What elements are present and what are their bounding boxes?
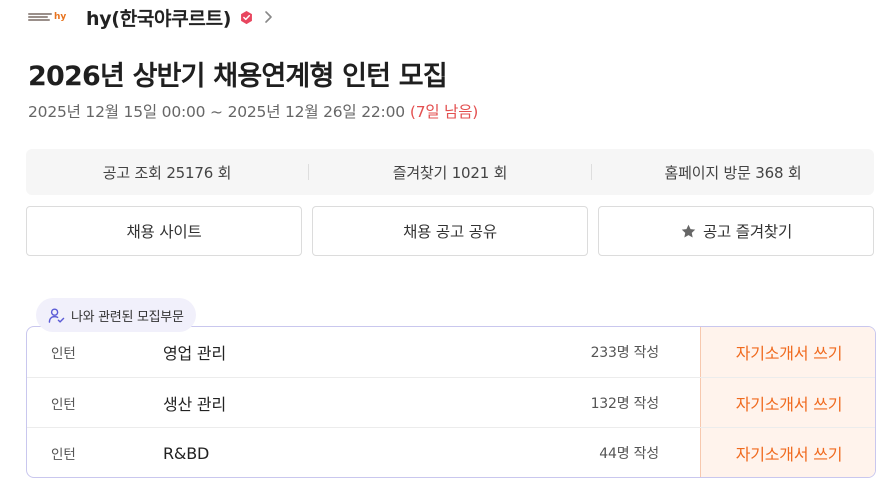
position-row: 인턴 영업 관리 233명 작성 자기소개서 쓰기 (27, 327, 875, 377)
write-cover-letter-button[interactable]: 자기소개서 쓰기 (700, 378, 875, 428)
recruit-site-label: 채용 사이트 (126, 223, 202, 241)
positions-table: 인턴 영업 관리 233명 작성 자기소개서 쓰기 인턴 생산 관리 132명 … (26, 326, 876, 478)
stat-homepage-visits: 홈페이지 방문 368 회 (664, 163, 802, 182)
recruit-site-button[interactable]: 채용 사이트 (26, 206, 302, 256)
related-positions-label: 나와 관련된 모집부문 (71, 309, 184, 325)
position-type: 인턴 (51, 397, 76, 413)
company-logo: hy (28, 10, 70, 24)
share-posting-button[interactable]: 채용 공고 공유 (312, 206, 588, 256)
position-type: 인턴 (51, 447, 76, 463)
application-count: 132명 작성 (590, 396, 660, 412)
position-name: R&BD (163, 443, 210, 463)
write-cover-letter-button[interactable]: 자기소개서 쓰기 (700, 327, 875, 377)
position-row: 인턴 R&BD 44명 작성 자기소개서 쓰기 (27, 427, 875, 477)
remaining-days: (7일 남음) (409, 103, 479, 121)
position-name: 생산 관리 (163, 395, 226, 414)
person-check-icon (48, 307, 65, 323)
position-name: 영업 관리 (163, 344, 226, 363)
position-row: 인턴 생산 관리 132명 작성 자기소개서 쓰기 (27, 377, 875, 428)
favorite-posting-label: 공고 즐겨찾기 (702, 223, 793, 241)
favorite-posting-button[interactable]: 공고 즐겨찾기 (598, 206, 874, 256)
write-cover-letter-button[interactable]: 자기소개서 쓰기 (700, 428, 875, 477)
verified-badge-icon (241, 10, 253, 24)
stat-favorites: 즐겨찾기 1021 회 (392, 163, 508, 182)
star-icon (681, 224, 696, 238)
posting-period: 2025년 12월 15일 00:00 ~ 2025년 12월 26일 22:0… (28, 100, 478, 122)
stat-views: 공고 조회 25176 회 (102, 163, 232, 182)
company-header[interactable]: hy hy(한국야쿠르트) (28, 4, 273, 30)
period-dates: 2025년 12월 15일 00:00 ~ 2025년 12월 26일 22:0… (28, 103, 405, 121)
company-name[interactable]: hy(한국야쿠르트) (86, 4, 231, 31)
posting-title: 2026년 상반기 채용연계형 인턴 모집 (28, 61, 448, 92)
related-positions-chip: 나와 관련된 모집부문 (36, 298, 196, 332)
chevron-right-icon[interactable] (264, 10, 273, 24)
stats-bar: 공고 조회 25176 회 즐겨찾기 1021 회 홈페이지 방문 368 회 (26, 149, 874, 195)
application-count: 44명 작성 (599, 446, 659, 462)
share-posting-label: 채용 공고 공유 (403, 223, 497, 241)
position-type: 인턴 (51, 346, 76, 362)
application-count: 233명 작성 (590, 345, 660, 361)
